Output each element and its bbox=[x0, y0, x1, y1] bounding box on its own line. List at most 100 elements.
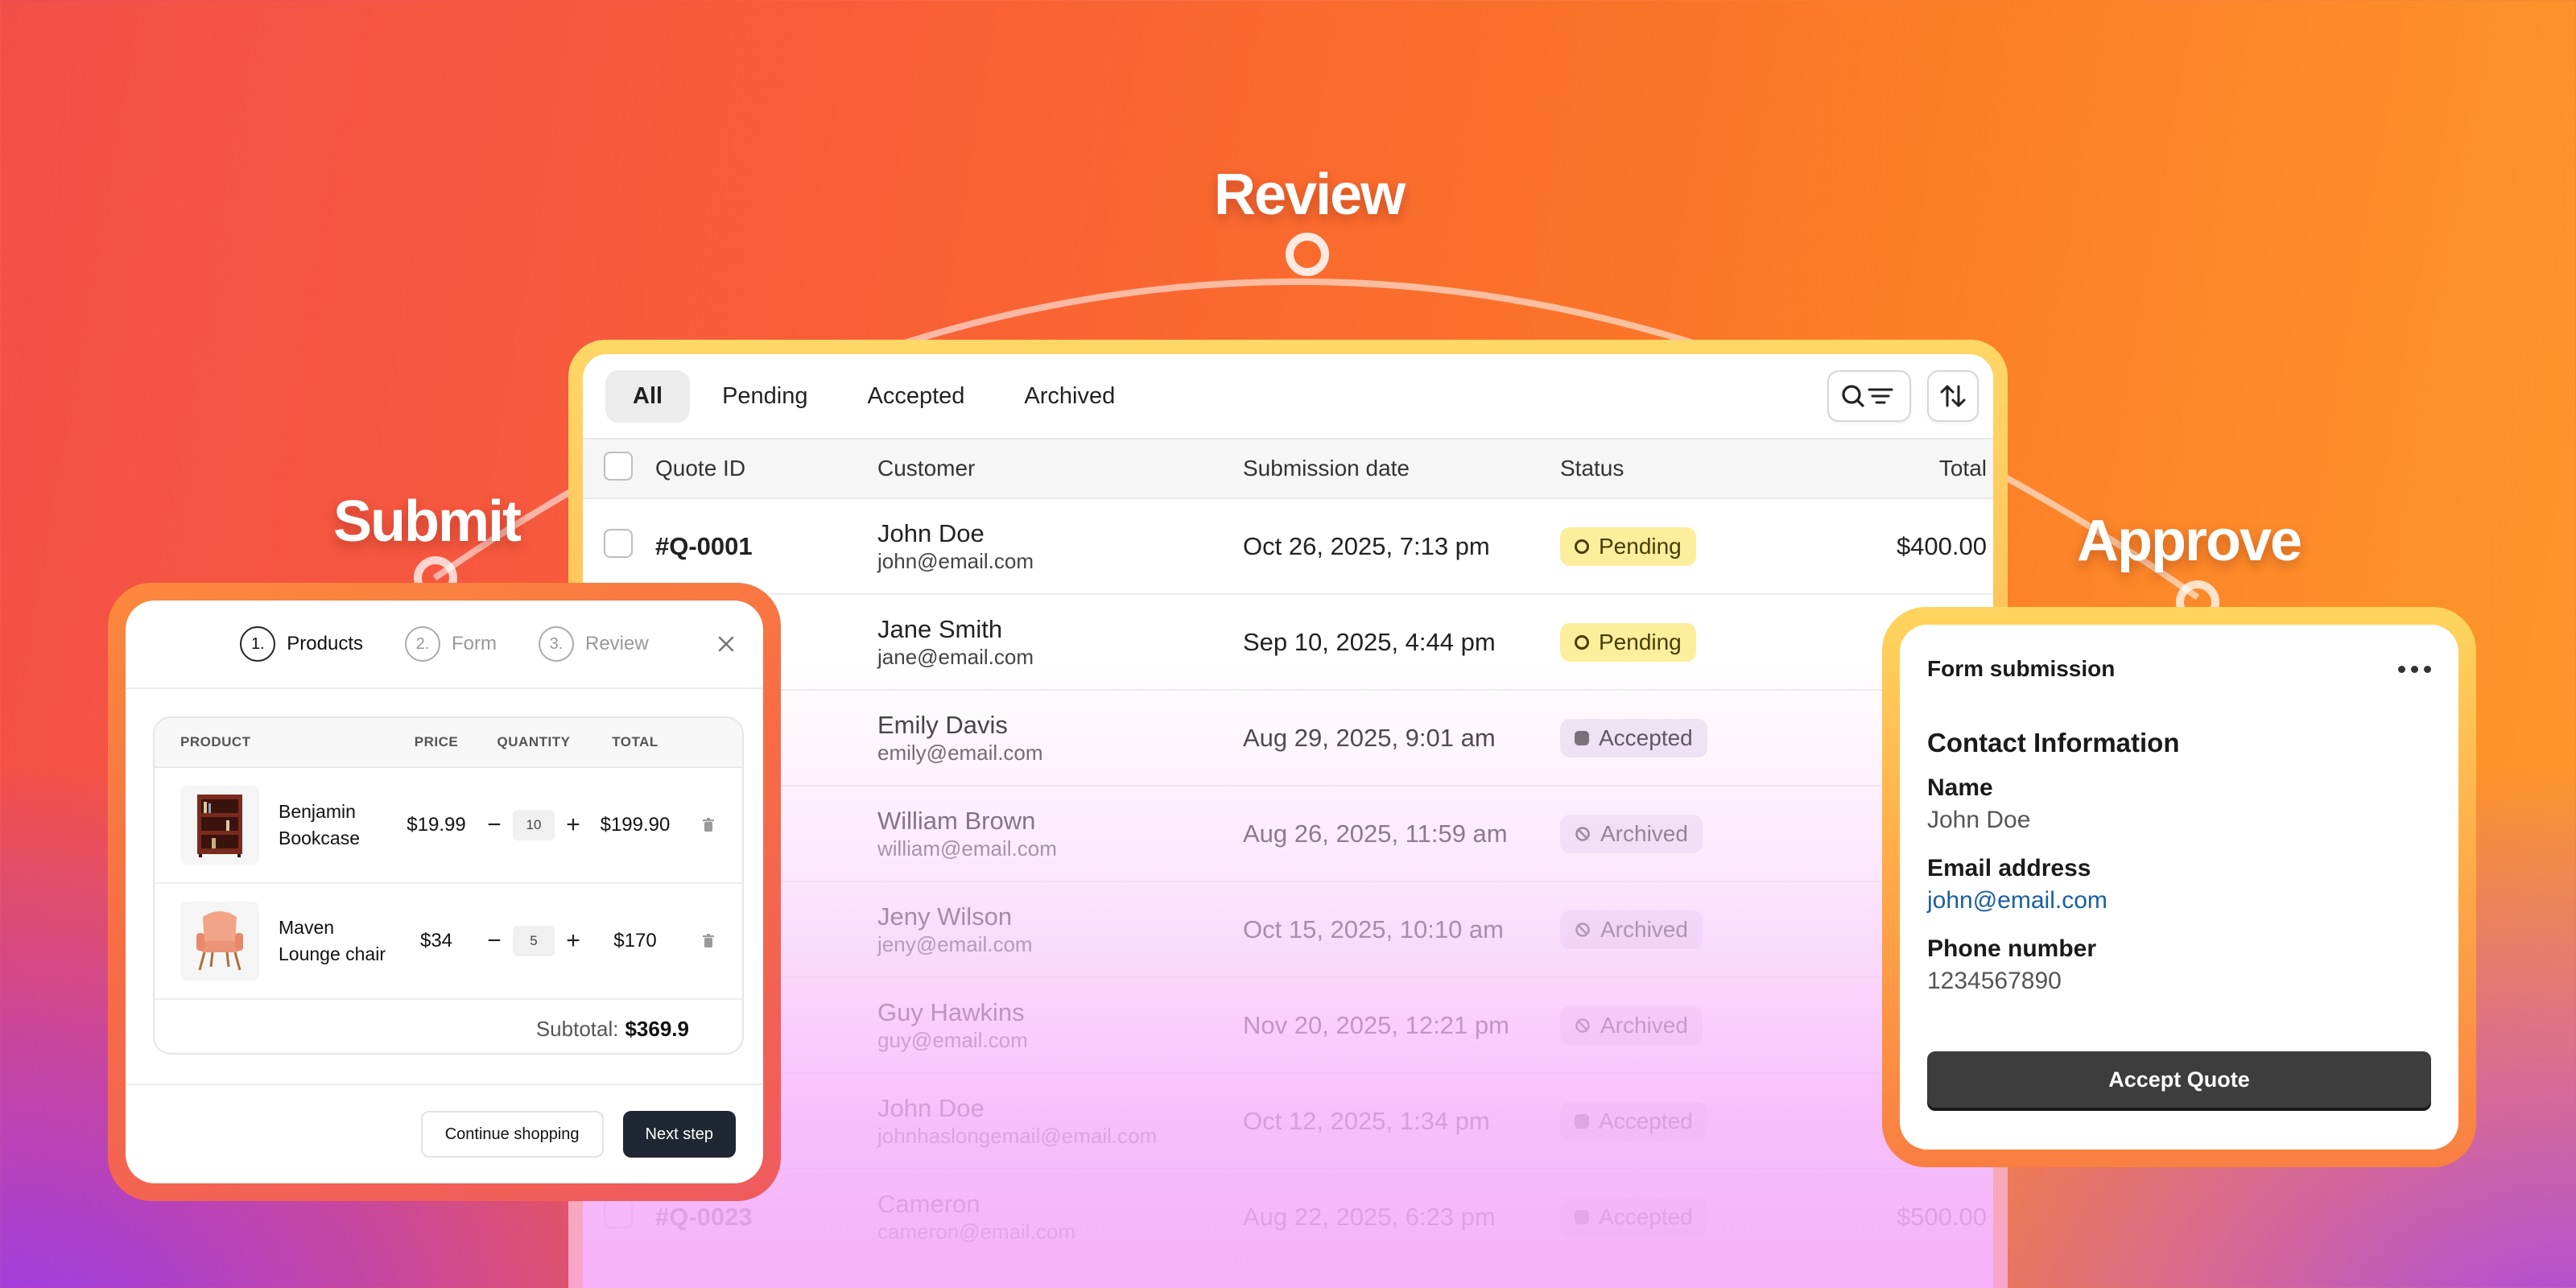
submission-date: Oct 12, 2025, 1:34 pm bbox=[1243, 1106, 1490, 1135]
cart-table: PRODUCT PRICE QUANTITY TOTAL Benjamin Bo… bbox=[153, 716, 744, 1055]
col-customer[interactable]: Customer bbox=[877, 456, 1243, 481]
quote-row[interactable]: #Q-0023 Cameron cameron@email.com Aug 22, 2… bbox=[583, 1170, 1993, 1265]
quote-id[interactable]: #Q-0023 bbox=[655, 1203, 877, 1232]
col-price: PRICE bbox=[414, 734, 459, 749]
form-submission-panel: Form submission Contact Information Name… bbox=[1900, 625, 2458, 1150]
quote-row[interactable]: Jane Smith jane@email.com Sep 10, 2025, 4:… bbox=[583, 595, 1993, 691]
form-submission-card: Form submission Contact Information Name… bbox=[1882, 607, 2476, 1167]
status-text: Archived bbox=[1600, 1012, 1688, 1038]
quote-row[interactable]: John Doe johnhaslongemail@email.com Oct 12… bbox=[583, 1074, 1993, 1170]
status-badge: Accepted bbox=[1560, 1197, 1707, 1236]
customer-name: John Doe bbox=[877, 518, 985, 547]
row-checkbox[interactable] bbox=[604, 1199, 633, 1228]
name-label: Name bbox=[1927, 774, 1993, 801]
select-all-checkbox[interactable] bbox=[604, 451, 633, 481]
customer-cell: John Doe john@email.com bbox=[877, 518, 1243, 575]
customer-cell: William Brown william@email.com bbox=[877, 806, 1243, 862]
product-price: $19.99 bbox=[407, 814, 466, 836]
subtotal-label: Subtotal: bbox=[535, 1016, 619, 1041]
step-products[interactable]: 1. Products bbox=[240, 626, 363, 662]
search-filter-button[interactable] bbox=[1827, 370, 1911, 422]
increment-button[interactable]: + bbox=[563, 811, 584, 839]
customer-name: Guy Hawkins bbox=[877, 997, 1025, 1026]
status-text: Pending bbox=[1599, 533, 1682, 559]
tab-archived[interactable]: Archived bbox=[997, 370, 1142, 423]
step-review[interactable]: 3. Review bbox=[539, 626, 649, 662]
submission-date: Aug 29, 2025, 9:01 am bbox=[1243, 723, 1496, 752]
lounge-chair-image bbox=[180, 902, 259, 980]
stage-label-review: Review bbox=[1214, 163, 1406, 227]
status-badge: Archived bbox=[1560, 1005, 1703, 1045]
status-badge: Accepted bbox=[1560, 1101, 1707, 1141]
tab-pending[interactable]: Pending bbox=[695, 370, 835, 423]
quotes-table-header: Quote ID Customer Submission date Status… bbox=[583, 438, 1993, 499]
customer-cell: John Doe johnhaslongemail@email.com bbox=[877, 1093, 1243, 1150]
archived-icon bbox=[1575, 922, 1590, 937]
quote-row[interactable]: Emily Davis emily@email.com Aug 29, 2025, … bbox=[583, 691, 1993, 786]
quantity-input[interactable]: 5 bbox=[513, 926, 555, 956]
status-text: Pending bbox=[1599, 629, 1682, 654]
cart-table-header: PRODUCT PRICE QUANTITY TOTAL bbox=[155, 718, 742, 768]
trash-icon[interactable] bbox=[702, 818, 715, 832]
trash-icon[interactable] bbox=[702, 934, 715, 948]
product-name: Benjamin Bookcase bbox=[279, 800, 361, 848]
quote-total: $500.00 bbox=[1896, 1202, 1987, 1231]
contact-section-title: Contact Information bbox=[1927, 728, 2180, 758]
subtotal-value: $369.9 bbox=[625, 1016, 689, 1041]
col-quantity: QUANTITY bbox=[497, 734, 571, 749]
submission-date: Nov 20, 2025, 12:21 pm bbox=[1243, 1010, 1509, 1039]
col-submission-date[interactable]: Submission date bbox=[1243, 456, 1560, 481]
col-quote-id[interactable]: Quote ID bbox=[655, 456, 877, 481]
step-label: Review bbox=[585, 633, 649, 654]
sort-button[interactable] bbox=[1927, 370, 1979, 422]
continue-shopping-button[interactable]: Continue shopping bbox=[420, 1111, 604, 1158]
search-filter-icon bbox=[1842, 385, 1893, 407]
customer-cell: Jeny Wilson jeny@email.com bbox=[877, 902, 1243, 958]
status-text: Accepted bbox=[1599, 1108, 1693, 1133]
status-text: Accepted bbox=[1599, 1203, 1693, 1229]
tab-all[interactable]: All bbox=[605, 369, 691, 423]
col-product: PRODUCT bbox=[180, 734, 251, 749]
quote-total: $400.00 bbox=[1896, 531, 1987, 560]
status-badge: Accepted bbox=[1560, 718, 1707, 758]
quote-id[interactable]: #Q-0001 bbox=[655, 532, 877, 561]
more-dots-icon[interactable] bbox=[2398, 665, 2431, 673]
customer-email: emily@email.com bbox=[877, 740, 1043, 765]
step-label: Products bbox=[287, 633, 363, 654]
bookcase-image bbox=[180, 786, 259, 865]
customer-email: johnhaslongemail@email.com bbox=[877, 1123, 1158, 1148]
accept-quote-button[interactable]: Accept Quote bbox=[1927, 1051, 2431, 1108]
col-status[interactable]: Status bbox=[1560, 456, 1769, 481]
increment-button[interactable]: + bbox=[563, 927, 584, 955]
customer-email: guy@email.com bbox=[877, 1027, 1028, 1052]
archived-icon bbox=[1575, 826, 1590, 841]
submission-date: Oct 15, 2025, 10:10 am bbox=[1243, 914, 1504, 943]
phone-label: Phone number bbox=[1927, 935, 2097, 962]
step-number: 3. bbox=[539, 626, 574, 662]
quote-row[interactable]: Guy Hawkins guy@email.com Nov 20, 2025, 12… bbox=[583, 978, 1993, 1074]
email-link[interactable]: john@email.com bbox=[1927, 887, 2431, 914]
col-total[interactable]: Total bbox=[1769, 456, 1987, 481]
phone-value: 1234567890 bbox=[1927, 968, 2062, 994]
customer-name: John Doe bbox=[877, 1093, 985, 1122]
customer-email: john@email.com bbox=[877, 548, 1034, 573]
decrement-button[interactable]: − bbox=[484, 811, 505, 839]
tab-accepted[interactable]: Accepted bbox=[840, 370, 993, 423]
customer-email: william@email.com bbox=[877, 836, 1057, 861]
step-number: 1. bbox=[240, 626, 276, 662]
quantity-input[interactable]: 10 bbox=[513, 810, 555, 840]
step-form[interactable]: 2. Form bbox=[405, 626, 497, 662]
customer-email: jeny@email.com bbox=[877, 931, 1033, 956]
close-icon[interactable] bbox=[713, 631, 739, 657]
quote-row[interactable]: #Q-0001 John Doe john@email.com Oct 26, 202… bbox=[583, 499, 1993, 595]
quote-row[interactable]: William Brown william@email.com Aug 26, 20… bbox=[583, 786, 1993, 882]
next-step-button[interactable]: Next step bbox=[622, 1111, 736, 1158]
customer-email: cameron@email.com bbox=[877, 1219, 1076, 1244]
row-checkbox[interactable] bbox=[604, 528, 633, 558]
product-name: Maven Lounge chair bbox=[279, 916, 386, 964]
quotes-table-body: #Q-0001 John Doe john@email.com Oct 26, 202… bbox=[583, 499, 1993, 1265]
decrement-button[interactable]: − bbox=[484, 927, 505, 955]
quotes-card: All Pending Accepted Archived Quote ID C… bbox=[568, 340, 2008, 1288]
cart-footer: Continue shopping Next step bbox=[126, 1084, 763, 1183]
quote-row[interactable]: Jeny Wilson jeny@email.com Oct 15, 2025, 1… bbox=[583, 882, 1993, 978]
